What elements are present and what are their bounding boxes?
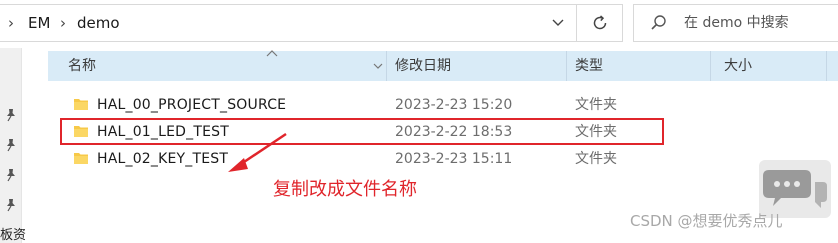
column-header: 名称 修改日期 类型 大小: [48, 50, 838, 81]
column-divider[interactable]: [710, 51, 711, 81]
column-divider[interactable]: [386, 51, 387, 81]
sort-ascending-icon: [266, 50, 278, 57]
navigation-pane[interactable]: [0, 48, 22, 243]
address-bar-row: › EM › demo 在 demo 中搜索: [0, 0, 838, 48]
file-modified: 2023-2-23 15:11: [395, 151, 513, 167]
pin-icon[interactable]: [4, 108, 18, 122]
refresh-button[interactable]: [577, 4, 623, 42]
search-icon: [651, 15, 666, 30]
refresh-icon: [593, 15, 606, 30]
search-input[interactable]: 在 demo 中搜索: [633, 4, 838, 42]
pin-icon[interactable]: [4, 168, 18, 182]
file-modified: 2023-2-23 15:20: [395, 97, 513, 113]
pin-icon[interactable]: [4, 138, 18, 152]
column-modified[interactable]: 修改日期: [395, 51, 451, 81]
column-divider[interactable]: [826, 51, 827, 81]
column-divider[interactable]: [566, 51, 567, 81]
breadcrumb-em[interactable]: EM: [28, 5, 50, 41]
file-name: HAL_00_PROJECT_SOURCE: [97, 97, 287, 113]
column-name[interactable]: 名称: [68, 51, 96, 81]
annotation-arrow-icon: [228, 132, 287, 172]
column-type[interactable]: 类型: [575, 51, 603, 81]
chevron-down-icon[interactable]: [371, 59, 385, 73]
nav-item-fragment[interactable]: 板资: [0, 224, 26, 243]
chevron-right-icon[interactable]: ›: [60, 5, 66, 41]
column-size[interactable]: 大小: [724, 51, 752, 81]
list-item[interactable]: HAL_02_KEY_TEST 2023-2-23 15:11 文件夹: [48, 146, 838, 172]
list-item[interactable]: HAL_00_PROJECT_SOURCE 2023-2-23 15:20 文件…: [48, 92, 838, 118]
pin-icon[interactable]: [4, 198, 18, 212]
annotation-text: 复制改成文件名称: [273, 179, 417, 200]
file-type: 文件夹: [575, 151, 617, 167]
breadcrumb-demo[interactable]: demo: [77, 5, 120, 41]
file-name: HAL_02_KEY_TEST: [97, 151, 229, 167]
address-bar[interactable]: › EM › demo: [0, 4, 577, 42]
folder-icon: [74, 153, 88, 164]
file-type: 文件夹: [575, 97, 617, 113]
watermark-text: CSDN @想要优秀点儿: [630, 212, 783, 230]
address-history-button[interactable]: [539, 4, 577, 42]
annotation-highlight-box: [60, 118, 664, 145]
chevron-right-icon[interactable]: ›: [8, 5, 14, 41]
search-placeholder: 在 demo 中搜索: [684, 15, 789, 31]
folder-icon: [74, 99, 88, 110]
chevron-down-icon: [552, 19, 564, 26]
